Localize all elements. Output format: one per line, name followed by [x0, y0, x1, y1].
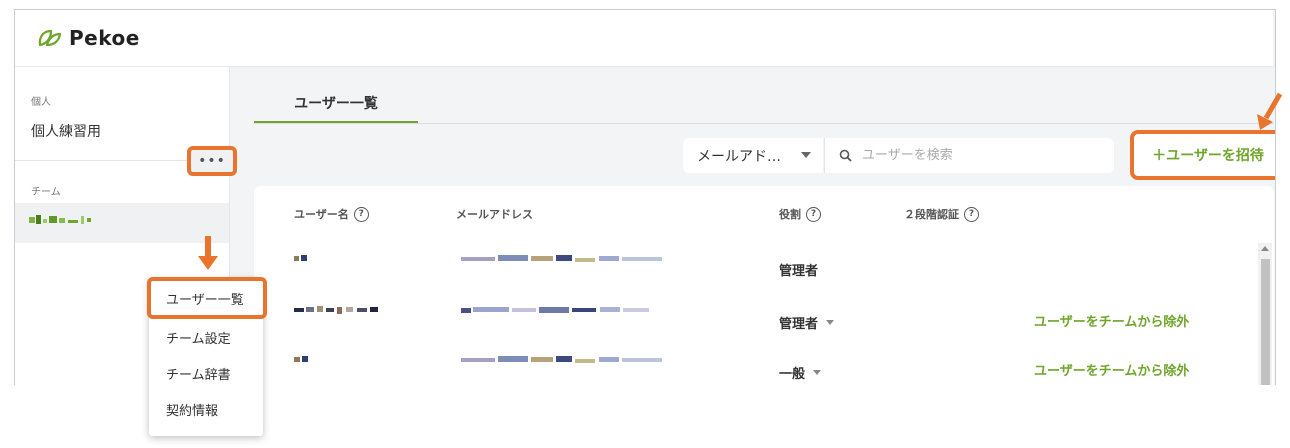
logo[interactable]: Pekoe [37, 26, 140, 50]
scroll-thumb[interactable] [1261, 259, 1270, 385]
column-header-username: ユーザー名 ? [294, 206, 369, 222]
column-header-2fa: ２段階認証 ? [904, 206, 979, 222]
column-header-email: メールアドレス [456, 208, 533, 221]
tab-divider [254, 123, 1274, 124]
more-dots-icon: ••• [198, 153, 226, 169]
main-content: ユーザー一覧 メールアド… ＋ユーザーを招待 ユーザー名 ? メールアドレス [230, 67, 1275, 385]
team-menu-dropdown: ユーザー一覧 チーム設定 チーム辞書 契約情報 [147, 277, 267, 436]
user-table: ユーザー名 ? メールアドレス 役割 ? ２段階認証 ? 管理者 管理者 ユーザ… [254, 186, 1274, 385]
user-search-input[interactable] [860, 147, 1094, 164]
user-search-box [824, 138, 1114, 173]
sidebar-item-personal[interactable]: 個人練習用 [31, 121, 101, 141]
help-icon[interactable]: ? [353, 206, 369, 222]
app-name: Pekoe [69, 26, 140, 50]
search-field-select-value: メールアド… [697, 148, 781, 165]
role-dropdown[interactable]: 一般 [779, 363, 822, 382]
chevron-down-icon [801, 152, 811, 158]
role-value: 管理者 [779, 264, 819, 279]
help-icon[interactable]: ? [806, 206, 821, 222]
scroll-up-icon[interactable] [1261, 246, 1269, 251]
help-icon[interactable]: ? [964, 206, 979, 222]
role-dropdown[interactable]: 管理者 [779, 313, 835, 332]
annotation-arrow-diagonal-icon [1257, 92, 1283, 130]
remove-from-team-link[interactable]: ユーザーをチームから除外 [1034, 311, 1189, 330]
table-scrollbar[interactable] [1258, 243, 1272, 385]
column-header-role: 役割 ? [779, 206, 821, 222]
search-field-select[interactable]: メールアド… [683, 138, 823, 173]
top-header: Pekoe [15, 10, 1273, 66]
annotation-arrow-down-icon [198, 236, 218, 270]
menu-item-team-dictionary[interactable]: チーム辞書 [149, 355, 263, 391]
menu-item-user-list[interactable]: ユーザー一覧 [147, 277, 267, 319]
menu-item-team-settings[interactable]: チーム設定 [149, 319, 263, 355]
leaf-logo-icon [38, 29, 62, 47]
chevron-down-icon [813, 370, 822, 375]
remove-from-team-link[interactable]: ユーザーをチームから除外 [1034, 360, 1189, 379]
personal-section-label: 個人 [31, 97, 51, 108]
tab-user-list[interactable]: ユーザー一覧 [254, 93, 418, 113]
search-icon [839, 149, 852, 162]
chevron-down-icon [826, 320, 835, 325]
menu-item-contract-info[interactable]: 契約情報 [149, 391, 263, 427]
invite-user-button[interactable]: ＋ユーザーを招待 [1130, 130, 1275, 180]
team-section-label: チーム [31, 187, 61, 198]
